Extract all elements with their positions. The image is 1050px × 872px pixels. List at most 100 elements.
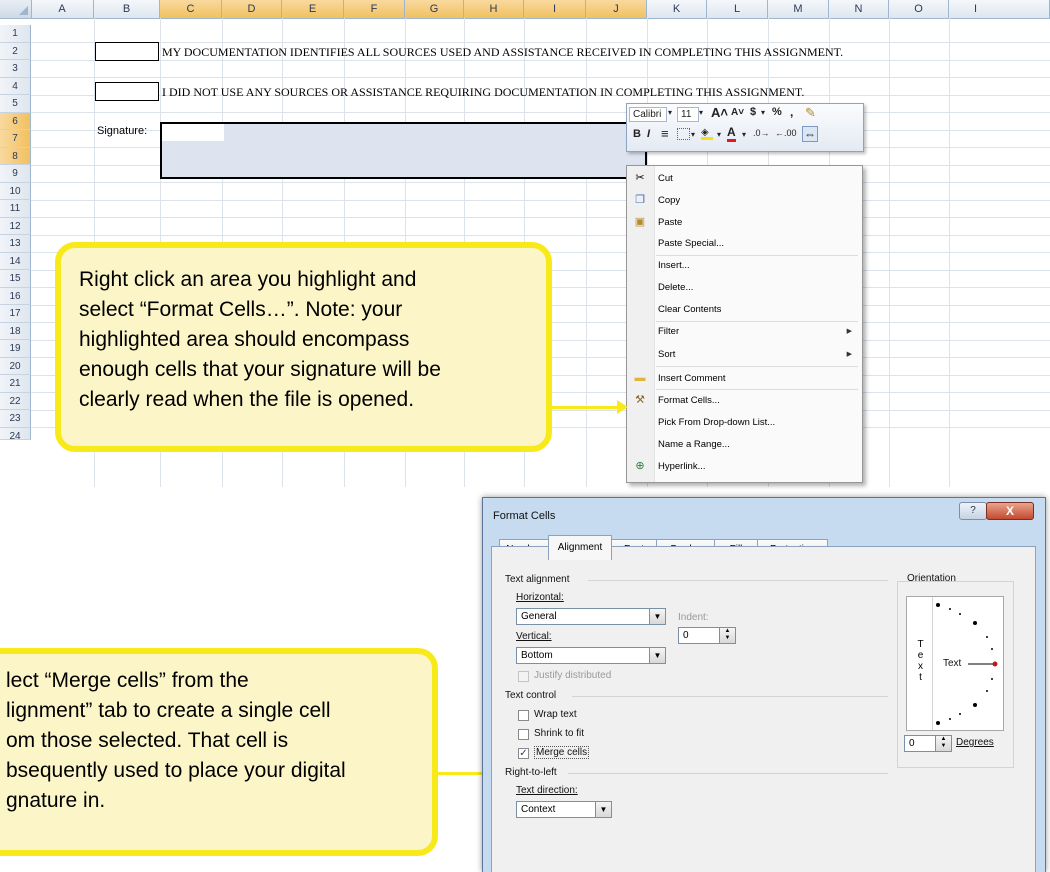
comma-icon[interactable]: ,	[790, 105, 793, 119]
row-header-18[interactable]: 18	[0, 322, 31, 340]
degrees-spinner[interactable]: 0 ▲ ▼	[904, 735, 952, 752]
row-header-8[interactable]: 8	[0, 147, 31, 165]
merge-cells-checkbox[interactable]: ✓	[518, 748, 529, 759]
currency-icon[interactable]: $	[750, 106, 756, 118]
row-header-21[interactable]: 21	[0, 375, 31, 393]
column-header-e[interactable]: E	[282, 0, 344, 18]
menu-item-paste[interactable]: Paste	[658, 217, 682, 228]
chevron-down-icon[interactable]: ▼	[595, 802, 611, 817]
row-header-12[interactable]: 12	[0, 217, 31, 235]
row-header-19[interactable]: 19	[0, 340, 31, 358]
wrap-text-checkbox[interactable]	[518, 710, 529, 721]
column-header-n[interactable]: N	[829, 0, 889, 18]
font-color-dropdown-icon[interactable]: ▾	[742, 130, 746, 139]
row-header-1[interactable]: 1	[0, 25, 31, 43]
font-name-box[interactable]: Calibri	[629, 107, 667, 122]
text-direction-select[interactable]: Context ▼	[516, 801, 612, 818]
row-header-7[interactable]: 7	[0, 130, 31, 148]
menu-item-insert[interactable]: Insert...	[658, 260, 690, 271]
menu-item-pick-from-list[interactable]: Pick From Drop-down List...	[658, 417, 775, 428]
menu-item-filter[interactable]: Filter	[658, 326, 679, 337]
tab-alignment[interactable]: Alignment	[548, 535, 612, 560]
horizontal-select[interactable]: General ▼	[516, 608, 666, 625]
checkbox-cell-no-sources[interactable]	[95, 82, 159, 101]
format-painter-icon[interactable]: ✎	[805, 105, 816, 121]
menu-item-paste-special[interactable]: Paste Special...	[658, 238, 724, 249]
chevron-down-icon[interactable]: ▼	[649, 609, 665, 624]
vertical-select[interactable]: Bottom ▼	[516, 647, 666, 664]
column-header-f[interactable]: F	[344, 0, 405, 18]
size-dropdown-icon[interactable]: ▾	[699, 108, 703, 117]
menu-item-format-cells[interactable]: Format Cells...	[658, 395, 720, 406]
menu-item-name-range[interactable]: Name a Range...	[658, 439, 730, 450]
menu-item-sort[interactable]: Sort	[658, 349, 675, 360]
signature-selection[interactable]	[160, 122, 647, 179]
row-header-16[interactable]: 16	[0, 287, 31, 305]
percent-icon[interactable]: %	[772, 106, 782, 118]
justify-distributed-checkbox[interactable]	[518, 671, 529, 682]
chevron-down-icon[interactable]: ▼	[649, 648, 665, 663]
menu-item-cut[interactable]: Cut	[658, 173, 673, 184]
row-header-13[interactable]: 13	[0, 235, 31, 253]
row-header-3[interactable]: 3	[0, 60, 31, 78]
menu-item-clear-contents[interactable]: Clear Contents	[658, 304, 721, 315]
menu-item-delete[interactable]: Delete...	[658, 282, 693, 293]
row-header-14[interactable]: 14	[0, 252, 31, 270]
increase-decimal-icon[interactable]: .0→	[753, 128, 770, 138]
row-header-23[interactable]: 23	[0, 410, 31, 428]
row-header-22[interactable]: 22	[0, 392, 31, 410]
column-header-b[interactable]: B	[94, 0, 160, 18]
borders-dropdown-icon[interactable]: ▾	[691, 130, 695, 139]
fill-dropdown-icon[interactable]: ▾	[717, 130, 721, 139]
column-header-j[interactable]: J	[586, 0, 647, 18]
row-header-10[interactable]: 10	[0, 182, 31, 200]
column-header-d[interactable]: D	[222, 0, 282, 18]
column-header-m[interactable]: M	[768, 0, 829, 18]
menu-item-insert-comment[interactable]: Insert Comment	[658, 373, 726, 384]
column-header-h[interactable]: H	[464, 0, 524, 18]
indent-spinner[interactable]: 0 ▲ ▼	[678, 627, 736, 644]
font-color-icon[interactable]: A	[727, 125, 736, 142]
close-button[interactable]: X	[986, 502, 1034, 520]
active-cell[interactable]	[162, 124, 224, 141]
shrink-font-icon[interactable]: A˅	[731, 107, 744, 118]
shrink-to-fit-checkbox[interactable]	[518, 729, 529, 740]
help-button[interactable]: ?	[959, 502, 987, 520]
vertical-text-button[interactable]: T e x t	[909, 597, 933, 730]
borders-icon[interactable]	[677, 128, 690, 140]
decrease-decimal-icon[interactable]: ←.00	[775, 128, 797, 138]
merge-center-icon[interactable]: ⇔	[802, 126, 818, 142]
row-header-15[interactable]: 15	[0, 270, 31, 288]
spinner-icon[interactable]: ▲ ▼	[719, 628, 735, 643]
grow-font-icon[interactable]: A˄	[711, 105, 728, 120]
column-header-c[interactable]: C	[160, 0, 222, 18]
row-header-5[interactable]: 5	[0, 95, 31, 113]
orientation-control[interactable]: T e x t Text	[906, 596, 1004, 731]
column-header-k[interactable]: K	[647, 0, 707, 18]
menu-item-copy[interactable]: Copy	[658, 195, 680, 206]
row-header-2[interactable]: 2	[0, 42, 31, 60]
column-header-p[interactable]: I	[949, 0, 1050, 18]
font-size-box[interactable]: 11	[677, 107, 699, 122]
font-dropdown-icon[interactable]: ▾	[668, 108, 672, 117]
italic-icon[interactable]: I	[647, 128, 650, 140]
column-header-o[interactable]: O	[889, 0, 949, 18]
row-header-9[interactable]: 9	[0, 165, 31, 183]
row-header-20[interactable]: 20	[0, 357, 31, 375]
column-header-a[interactable]: A	[31, 0, 94, 18]
column-header-l[interactable]: L	[707, 0, 768, 18]
menu-item-hyperlink[interactable]: Hyperlink...	[658, 461, 706, 472]
row-header-11[interactable]: 11	[0, 200, 31, 218]
center-align-icon[interactable]: ≡	[661, 126, 669, 141]
currency-dropdown-icon[interactable]: ▾	[761, 108, 765, 117]
select-all-corner[interactable]	[0, 0, 32, 18]
checkbox-cell-documentation[interactable]	[95, 42, 159, 61]
row-header-4[interactable]: 4	[0, 77, 31, 95]
spinner-icon[interactable]: ▲ ▼	[935, 736, 951, 751]
row-header-24[interactable]: 24	[0, 427, 31, 442]
row-header-6[interactable]: 6	[0, 112, 31, 130]
fill-color-icon[interactable]: ◈	[701, 127, 713, 140]
column-header-i[interactable]: I	[524, 0, 586, 18]
column-header-g[interactable]: G	[405, 0, 464, 18]
bold-icon[interactable]: B	[633, 128, 641, 140]
